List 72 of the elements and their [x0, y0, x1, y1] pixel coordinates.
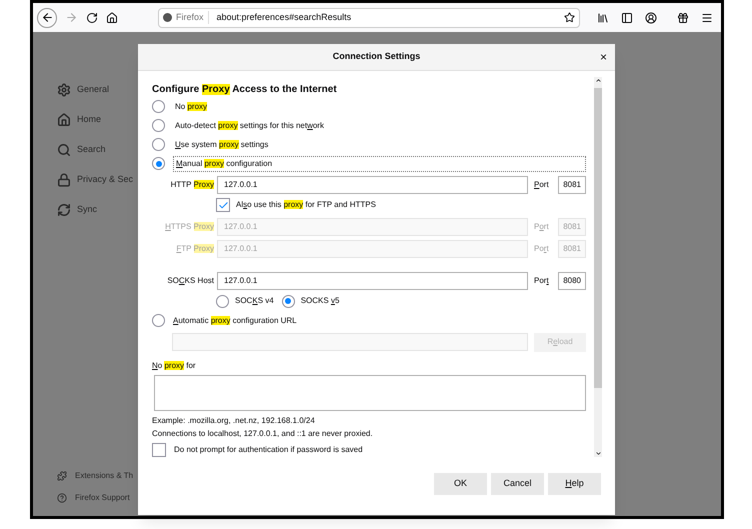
- radio-label: SOCKS v4: [235, 295, 274, 307]
- identity-label: Firefox: [176, 10, 209, 24]
- home-icon[interactable]: [106, 12, 118, 24]
- back-icon[interactable]: [37, 8, 57, 28]
- checkbox[interactable]: [216, 198, 230, 212]
- sidebar-item[interactable]: Privacy & Sec: [77, 173, 134, 187]
- sidebar-item[interactable]: Sync: [77, 203, 98, 217]
- radio-button[interactable]: [152, 138, 165, 151]
- radio-button[interactable]: [152, 314, 165, 327]
- field-label: HTTPS Proxy: [165, 221, 214, 233]
- scrollbar[interactable]: [594, 77, 602, 457]
- dialog-button[interactable]: Cancel: [491, 473, 544, 495]
- sidebar-item[interactable]: Search: [77, 143, 106, 157]
- radio-label: Use system proxy settings: [175, 138, 268, 150]
- port-label: Port: [534, 244, 549, 253]
- search-icon: [57, 143, 71, 157]
- dialog-title: Connection Settings: [332, 50, 420, 64]
- gift-icon[interactable]: [677, 12, 689, 24]
- checkbox-label: Also use this proxy for FTP and HTTPS: [236, 199, 376, 211]
- radio-label: Manual proxy configuration: [176, 158, 272, 170]
- sidebar-link[interactable]: Extensions & Th: [75, 470, 134, 482]
- url-text: about:preferences#searchResults: [216, 10, 352, 24]
- house-icon: [57, 113, 71, 127]
- forward-icon[interactable]: [65, 11, 78, 24]
- port-label: Port: [534, 276, 549, 285]
- address-bar[interactable]: Firefox about:preferences#searchResults: [158, 8, 580, 28]
- radio-label: Auto-detect proxy settings for this network: [175, 120, 324, 132]
- sidebar-icon[interactable]: [621, 12, 633, 24]
- radio-button[interactable]: [152, 119, 165, 132]
- url-input[interactable]: [172, 333, 528, 351]
- menu-icon[interactable]: [701, 12, 713, 24]
- gear-icon: [57, 83, 71, 97]
- help-icon: [57, 493, 67, 503]
- reload-icon[interactable]: [86, 12, 98, 24]
- close-button[interactable]: ×: [600, 48, 607, 66]
- port-input[interactable]: 8081: [558, 176, 586, 194]
- library-icon[interactable]: [597, 12, 609, 24]
- field-label: FTP Proxy: [176, 243, 214, 255]
- port-label: Port: [534, 180, 549, 189]
- field-label: No proxy for: [152, 360, 196, 372]
- radio-button[interactable]: [282, 294, 295, 308]
- port-label: Port: [534, 222, 549, 231]
- checkbox[interactable]: [152, 443, 166, 457]
- port-input[interactable]: 8080: [558, 272, 586, 290]
- host-input[interactable]: 127.0.0.1: [217, 272, 528, 290]
- sync-arrows-icon: [57, 203, 71, 217]
- example-text: Example: .mozilla.org, .net.nz, 192.168.1.0/24: [152, 414, 316, 427]
- radio-button[interactable]: [152, 100, 165, 113]
- field-label: SOCKS Host: [167, 275, 214, 287]
- host-input[interactable]: 127.0.0.1: [217, 176, 528, 194]
- radio-label: SOCKS v5: [300, 295, 340, 307]
- sidebar-item[interactable]: Home: [77, 113, 102, 127]
- field-label: HTTP Proxy: [170, 179, 214, 191]
- no-proxy-textarea[interactable]: [154, 375, 586, 411]
- browser-logo-icon: [163, 13, 172, 22]
- radio-button[interactable]: [152, 157, 165, 170]
- dialog-button[interactable]: Help: [548, 473, 601, 495]
- note-text: Connections to localhost, 127.0.0.1, and ::1 are never proxied.: [152, 428, 374, 440]
- checkmark-icon: [218, 200, 228, 210]
- chevron-up-icon[interactable]: [594, 77, 602, 84]
- puzzle-piece-icon: [57, 471, 67, 481]
- section-heading: Configure Proxy Access to the Internet: [152, 83, 337, 97]
- sidebar-link[interactable]: Firefox Support: [75, 492, 130, 504]
- account-icon[interactable]: [645, 12, 657, 24]
- lock-icon: [57, 173, 71, 187]
- radio-label: No proxy: [175, 100, 208, 112]
- radio-button[interactable]: [216, 294, 229, 308]
- dialog-button[interactable]: OK: [434, 473, 487, 495]
- checkbox-label: Do not prompt for authentication if password is saved: [174, 444, 363, 456]
- chevron-down-icon[interactable]: [594, 450, 602, 457]
- bookmark-star-icon[interactable]: [564, 12, 575, 23]
- sidebar-item[interactable]: General: [77, 83, 110, 97]
